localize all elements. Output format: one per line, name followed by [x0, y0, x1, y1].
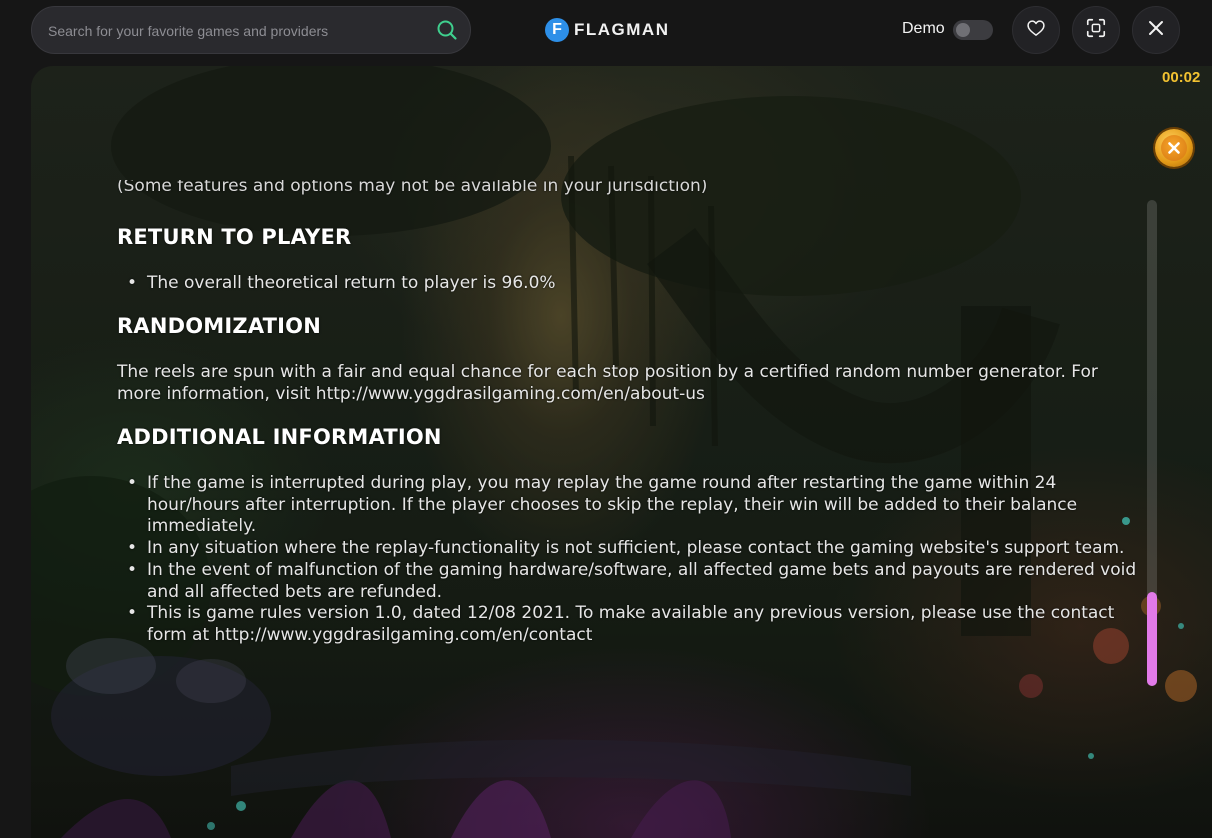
toggle-knob [956, 23, 970, 37]
section-heading-additional: ADDITIONAL INFORMATION [117, 425, 442, 449]
brand-logo[interactable]: F FLAGMAN [545, 17, 669, 43]
session-timer: 00:02 [1162, 69, 1201, 86]
favorite-button[interactable] [1012, 6, 1060, 54]
demo-toggle[interactable] [953, 20, 993, 40]
rtp-list: The overall theoretical return to player… [117, 273, 556, 295]
rules-scrollbar-thumb[interactable] [1147, 592, 1157, 686]
fullscreen-button[interactable] [1072, 6, 1120, 54]
partially-scrolled-text: (Some features and options may not be av… [117, 180, 707, 204]
section-heading-rtp: RETURN TO PLAYER [117, 225, 352, 249]
search-input[interactable] [46, 7, 430, 55]
flagman-logo-icon: F [545, 18, 569, 42]
top-bar: F FLAGMAN Demo [0, 0, 1212, 62]
demo-label: Demo [902, 20, 945, 37]
list-item: If the game is interrupted during play, … [117, 473, 1137, 538]
close-icon [1147, 19, 1165, 41]
list-item: The overall theoretical return to player… [117, 273, 556, 295]
list-item: In any situation where the replay-functi… [117, 538, 1137, 560]
jurisdiction-note: (Some features and options may not be av… [117, 180, 708, 196]
close-rules-button[interactable] [1155, 129, 1193, 167]
search-box[interactable] [31, 6, 471, 55]
search-icon[interactable] [436, 19, 458, 41]
list-item: In the event of malfunction of the gamin… [117, 560, 1137, 603]
list-item: This is game rules version 1.0, dated 12… [117, 603, 1137, 646]
brand-name: FLAGMAN [574, 20, 670, 39]
fullscreen-icon [1085, 17, 1107, 43]
close-game-button[interactable] [1132, 6, 1180, 54]
randomization-text: The reels are spun with a fair and equal… [117, 362, 1098, 404]
heart-icon [1026, 18, 1046, 42]
section-heading-randomization: RANDOMIZATION [117, 314, 322, 338]
close-rules-icon [1161, 135, 1187, 161]
additional-info-list: If the game is interrupted during play, … [117, 473, 1137, 647]
